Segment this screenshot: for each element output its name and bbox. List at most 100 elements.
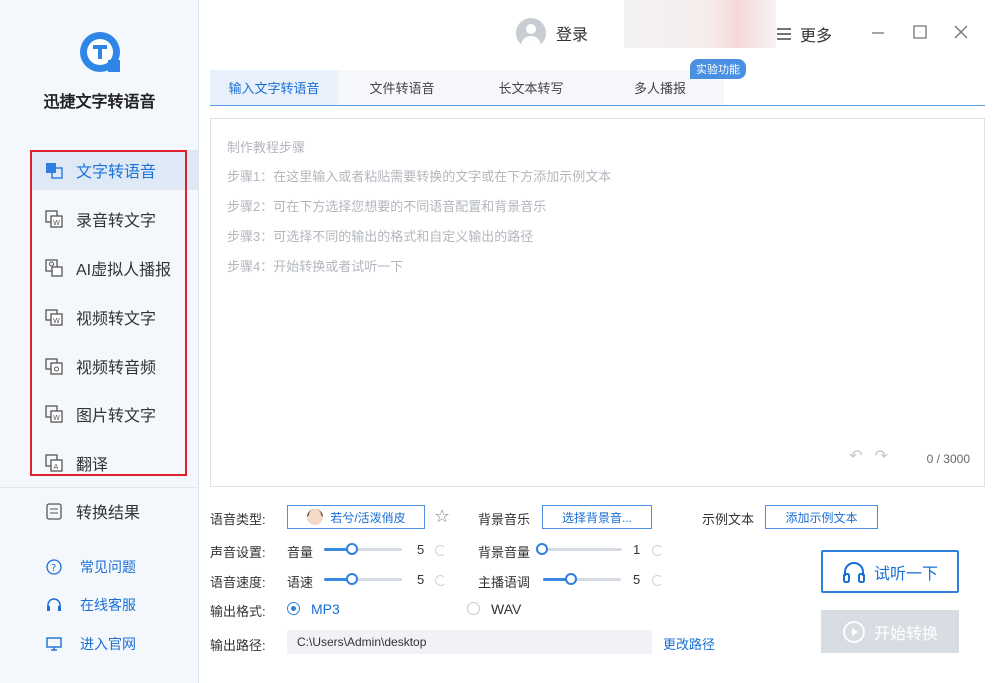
- preview-listen-button[interactable]: 试听一下: [821, 550, 959, 593]
- tutorial-step: 步骤2：可在下方选择您想要的不同语音配置和背景音乐: [227, 199, 547, 214]
- login-button[interactable]: 登录: [516, 18, 588, 48]
- bg-volume-value: 1: [633, 542, 641, 557]
- maximize-icon: [913, 25, 927, 39]
- listen-label: 试听一下: [873, 565, 938, 583]
- tab-file[interactable]: 文件转语音: [338, 70, 466, 105]
- bg-volume-slider[interactable]: [536, 543, 622, 555]
- text-to-speech-icon: [44, 160, 64, 180]
- tutorial-step: 步骤1：在这里输入或者粘贴需要转换的文字或在下方添加示例文本: [227, 169, 612, 184]
- sidebar-item-video-to-text[interactable]: W 视频转文字: [30, 297, 198, 337]
- tutorial-step: 步骤3：可选择不同的输出的格式和自定义输出的路径: [227, 229, 534, 244]
- sidebar: 迅捷文字转语音 文字转语音 W 录音转文字 AI虚拟人播报 W 视频转文字 视频…: [0, 0, 199, 683]
- add-sample-button[interactable]: 添加示例文本: [765, 505, 878, 529]
- close-icon: [954, 25, 968, 39]
- menu-icon: [777, 28, 791, 40]
- svg-text:W: W: [53, 414, 60, 422]
- tab-label: 长文本转写: [498, 81, 564, 96]
- sidebar-item-translate[interactable]: A 翻译: [30, 443, 198, 483]
- app-name: 迅捷文字转语音: [43, 94, 156, 111]
- wav-radio[interactable]: [467, 602, 480, 615]
- tab-input-text[interactable]: 输入文字转语音: [210, 70, 338, 105]
- sample-text-label: 示例文本: [702, 512, 755, 527]
- start-convert-button[interactable]: 开始转换: [821, 610, 959, 653]
- sidebar-item-label: 转换结果: [76, 505, 141, 522]
- more-label: 更多: [800, 28, 833, 45]
- voice-select-button[interactable]: 若兮/活泼俏皮: [287, 505, 425, 529]
- change-path-link[interactable]: 更改路径: [663, 634, 715, 653]
- support-link[interactable]: 在线客服: [44, 595, 136, 615]
- output-path-label: 输出路径:: [210, 638, 266, 653]
- sound-settings-label: 声音设置:: [210, 545, 266, 560]
- volume-reset-icon[interactable]: [435, 545, 446, 556]
- sidebar-item-image-to-text[interactable]: W 图片转文字: [30, 394, 198, 434]
- sidebar-divider: [0, 487, 198, 488]
- minimize-button[interactable]: [868, 22, 888, 42]
- sidebar-item-text-to-speech[interactable]: 文字转语音: [30, 150, 198, 190]
- pitch-slider[interactable]: [543, 573, 621, 585]
- speed-value: 5: [417, 572, 425, 587]
- results-icon: [44, 501, 64, 521]
- app-logo: [80, 32, 120, 72]
- sidebar-item-label: 视频转音频: [76, 360, 157, 377]
- bg-volume-label: 背景音量: [478, 545, 531, 560]
- output-path-field[interactable]: C:\Users\Admin\desktop: [287, 630, 652, 654]
- convert-label: 开始转换: [873, 625, 938, 643]
- redo-icon[interactable]: ↷: [875, 446, 888, 466]
- volume-slider-handle[interactable]: [346, 543, 358, 555]
- tab-label: 文件转语音: [369, 81, 435, 96]
- sidebar-item-ai-avatar[interactable]: AI虚拟人播报: [30, 248, 198, 288]
- minimize-icon: [872, 32, 884, 34]
- sidebar-item-recording-to-text[interactable]: W 录音转文字: [30, 199, 198, 239]
- speech-speed-label: 语音速度:: [210, 575, 266, 590]
- speed-slider[interactable]: [324, 573, 402, 585]
- voice-type-label: 语音类型:: [210, 512, 266, 527]
- bg-volume-slider-handle[interactable]: [536, 543, 548, 555]
- tutorial-title: 制作教程步骤: [227, 140, 306, 155]
- undo-icon[interactable]: ↶: [849, 446, 862, 466]
- speed-reset-icon[interactable]: [435, 575, 446, 586]
- bg-volume-reset-icon[interactable]: [652, 545, 663, 556]
- pitch-value: 5: [633, 572, 641, 587]
- monitor-icon: [44, 636, 64, 652]
- more-menu-button[interactable]: 更多: [776, 22, 832, 46]
- video-to-text-icon: W: [44, 307, 64, 327]
- svg-text:W: W: [53, 317, 60, 325]
- video-to-audio-icon: [44, 356, 64, 376]
- bg-music-button[interactable]: 选择背景音...: [542, 505, 652, 529]
- sidebar-item-label: 视频转文字: [76, 311, 157, 328]
- svg-text:?: ?: [51, 563, 56, 574]
- tutorial-step: 步骤4：开始转换或者试听一下: [227, 259, 404, 274]
- faq-label: 常见问题: [80, 559, 136, 575]
- faq-link[interactable]: ? 常见问题: [44, 557, 136, 577]
- maximize-button[interactable]: [910, 22, 930, 42]
- mp3-radio[interactable]: [287, 602, 300, 615]
- tab-label: 多人播报: [633, 81, 686, 96]
- sidebar-item-results[interactable]: 转换结果: [30, 491, 198, 531]
- headphones-icon: [842, 561, 865, 583]
- sidebar-item-label: 录音转文字: [76, 213, 157, 230]
- volume-slider[interactable]: [324, 543, 402, 555]
- svg-text:W: W: [53, 219, 60, 227]
- sidebar-item-label: 文字转语音: [76, 164, 157, 181]
- undo-redo-group: ↶ ↷: [849, 446, 888, 466]
- website-link[interactable]: 进入官网: [44, 634, 136, 654]
- favorite-star-icon[interactable]: ☆: [434, 506, 450, 527]
- headset-icon: [44, 597, 64, 613]
- sidebar-item-label: 翻译: [76, 457, 109, 474]
- support-label: 在线客服: [80, 597, 136, 613]
- mp3-label: MP3: [311, 601, 340, 617]
- voice-avatar-icon: [307, 509, 324, 525]
- wav-label: WAV: [491, 601, 522, 617]
- text-editor[interactable]: 制作教程步骤 步骤1：在这里输入或者粘贴需要转换的文字或在下方添加示例文本 步骤…: [210, 118, 985, 487]
- tab-label: 输入文字转语音: [228, 81, 320, 96]
- sidebar-item-video-to-audio[interactable]: 视频转音频: [30, 346, 198, 386]
- pitch-slider-handle[interactable]: [565, 573, 577, 585]
- speed-slider-handle[interactable]: [346, 573, 358, 585]
- close-button[interactable]: [951, 22, 971, 42]
- blurred-region: [624, 0, 776, 48]
- question-icon: ?: [44, 559, 64, 575]
- pitch-reset-icon[interactable]: [652, 575, 663, 586]
- speed-sub-label: 语速: [287, 575, 314, 590]
- volume-value: 5: [417, 542, 425, 557]
- tab-long-text[interactable]: 长文本转写: [466, 70, 596, 105]
